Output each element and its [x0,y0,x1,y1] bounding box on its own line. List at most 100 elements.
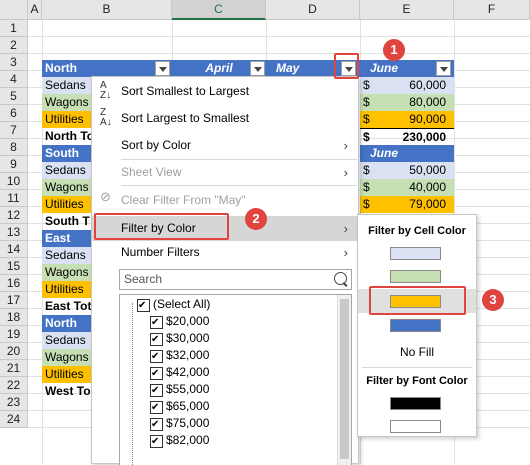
cell-b3[interactable]: North [42,60,172,77]
row-header-3[interactable]: 3 [0,54,28,71]
menu-item-number-filters[interactable]: Number Filters › [92,240,358,265]
select-all-corner[interactable] [0,0,28,20]
cell-e8[interactable]: June [360,145,454,162]
cell-e6[interactable]: $90,000 [360,111,454,128]
row-header-17[interactable]: 17 [0,292,28,309]
cell-b21[interactable]: Utilities [42,366,91,383]
filter-value-list[interactable]: (Select All) $20,000 $30,000 $32,000 $42,000… [119,294,352,465]
cell-b22[interactable]: West To [42,383,91,400]
cell-e7[interactable]: $230,000 [360,128,454,145]
checkbox-checked-icon[interactable] [150,331,163,348]
row-header-7[interactable]: 7 [0,122,28,139]
row-header-20[interactable]: 20 [0,343,28,360]
row-header-22[interactable]: 22 [0,377,28,394]
cell-e11[interactable]: $79,000 [360,196,454,213]
cell-b7[interactable]: North To [42,128,91,145]
menu-item-sort-ascending[interactable]: Sort Smallest to Largest [92,79,358,104]
filter-list-item[interactable]: $30,000 [150,330,330,348]
column-header-b[interactable]: B [42,0,172,20]
filter-list-item[interactable]: $20,000 [150,313,330,331]
row-header-6[interactable]: 6 [0,105,28,122]
filter-list-item[interactable]: $65,000 [150,398,330,416]
row-header-15[interactable]: 15 [0,258,28,275]
cell-b8[interactable]: South [42,145,91,162]
row-header-23[interactable]: 23 [0,394,28,411]
filter-list-item-label: $30,000 [166,331,210,345]
row-header-19[interactable]: 19 [0,326,28,343]
filter-list-item[interactable]: $32,000 [150,347,330,365]
cell-b5[interactable]: Wagons [42,94,91,111]
filter-dropdown-menu: A Z↓ Sort Smallest to Largest Z A↓ Sort La… [91,76,359,465]
row-header-8[interactable]: 8 [0,139,28,156]
row-header-1[interactable]: 1 [0,20,28,37]
cell-b4[interactable]: Sedans [42,77,91,94]
cell-b10[interactable]: Wagons [42,179,91,196]
row-header-16[interactable]: 16 [0,275,28,292]
no-fill-option[interactable]: No Fill [358,345,476,359]
row-header-13[interactable]: 13 [0,224,28,241]
row-header-2[interactable]: 2 [0,37,28,54]
cell-color-swatch-blue[interactable] [390,319,441,332]
cell-b12[interactable]: South T [42,213,91,230]
cell-color-swatch-light-blue[interactable] [390,247,441,260]
cell-color-swatch-green[interactable] [390,270,441,283]
menu-item-sort-by-color[interactable]: Sort by Color › [92,133,358,158]
cell-e9[interactable]: $50,000 [360,162,454,179]
column-header-d[interactable]: D [266,0,360,20]
checkbox-checked-icon[interactable] [150,416,163,433]
scrollbar-thumb[interactable] [340,299,349,459]
row-header-9[interactable]: 9 [0,156,28,173]
row-header-14[interactable]: 14 [0,241,28,258]
cell-b19[interactable]: Sedans [42,332,91,349]
cell-b16[interactable]: Utilities [42,281,91,298]
row-header-24[interactable]: 24 [0,411,28,428]
cell-b14[interactable]: Sedans [42,247,91,264]
cell-b20[interactable]: Wagons [42,349,91,366]
cell-b18[interactable]: North [42,315,91,332]
checkbox-checked-icon[interactable] [137,297,150,314]
filter-list-item[interactable]: $55,000 [150,381,330,399]
filter-search-input[interactable]: Search [119,269,352,290]
font-color-swatch-black[interactable] [390,397,441,410]
row-header-12[interactable]: 12 [0,207,28,224]
checkbox-checked-icon[interactable] [150,365,163,382]
row-header-18[interactable]: 18 [0,309,28,326]
column-header-c[interactable]: C [172,0,266,20]
column-header-e[interactable]: E [360,0,454,20]
cell-b6[interactable]: Utilities [42,111,91,128]
font-color-swatch-white[interactable] [390,420,441,433]
row-header-21[interactable]: 21 [0,360,28,377]
row-header-4[interactable]: 4 [0,71,28,88]
checkbox-checked-icon[interactable] [150,348,163,365]
filter-list-item[interactable]: $42,000 [150,364,330,382]
menu-item-clear-filter: Clear Filter From "May" [92,188,358,213]
filter-list-item[interactable]: $75,000 [150,415,330,433]
cell-e10[interactable]: $40,000 [360,179,454,196]
menu-item-sort-descending[interactable]: Sort Largest to Smallest [92,106,358,131]
filter-list-item-label: $65,000 [166,399,210,413]
cell-e5[interactable]: $80,000 [360,94,454,111]
cell-b9[interactable]: Sedans [42,162,91,179]
cell-e4[interactable]: $60,000 [360,77,454,94]
column-header-a[interactable]: A [28,0,42,20]
filter-list-item-label: $75,000 [166,416,210,430]
checkbox-checked-icon[interactable] [150,382,163,399]
cell-b13[interactable]: East [42,230,91,247]
column-header-f[interactable]: F [454,0,530,20]
checkbox-checked-icon[interactable] [150,399,163,416]
row-header-11[interactable]: 11 [0,190,28,207]
cell-b17[interactable]: East Tot [42,298,91,315]
filter-dropdown-button[interactable] [250,61,265,76]
filter-list-item[interactable]: (Select All) [137,296,317,314]
cell-b11[interactable]: Utilities [42,196,91,213]
list-scrollbar[interactable] [337,295,351,465]
row-header-10[interactable]: 10 [0,173,28,190]
checkbox-checked-icon[interactable] [150,314,163,331]
menu-item-sheet-view: Sheet View › [92,160,358,185]
filter-dropdown-button[interactable] [436,61,451,76]
filter-list-item[interactable]: $82,000 [150,432,330,450]
checkbox-checked-icon[interactable] [150,433,163,450]
row-header-5[interactable]: 5 [0,88,28,105]
filter-dropdown-button[interactable] [155,61,170,76]
cell-b15[interactable]: Wagons [42,264,91,281]
